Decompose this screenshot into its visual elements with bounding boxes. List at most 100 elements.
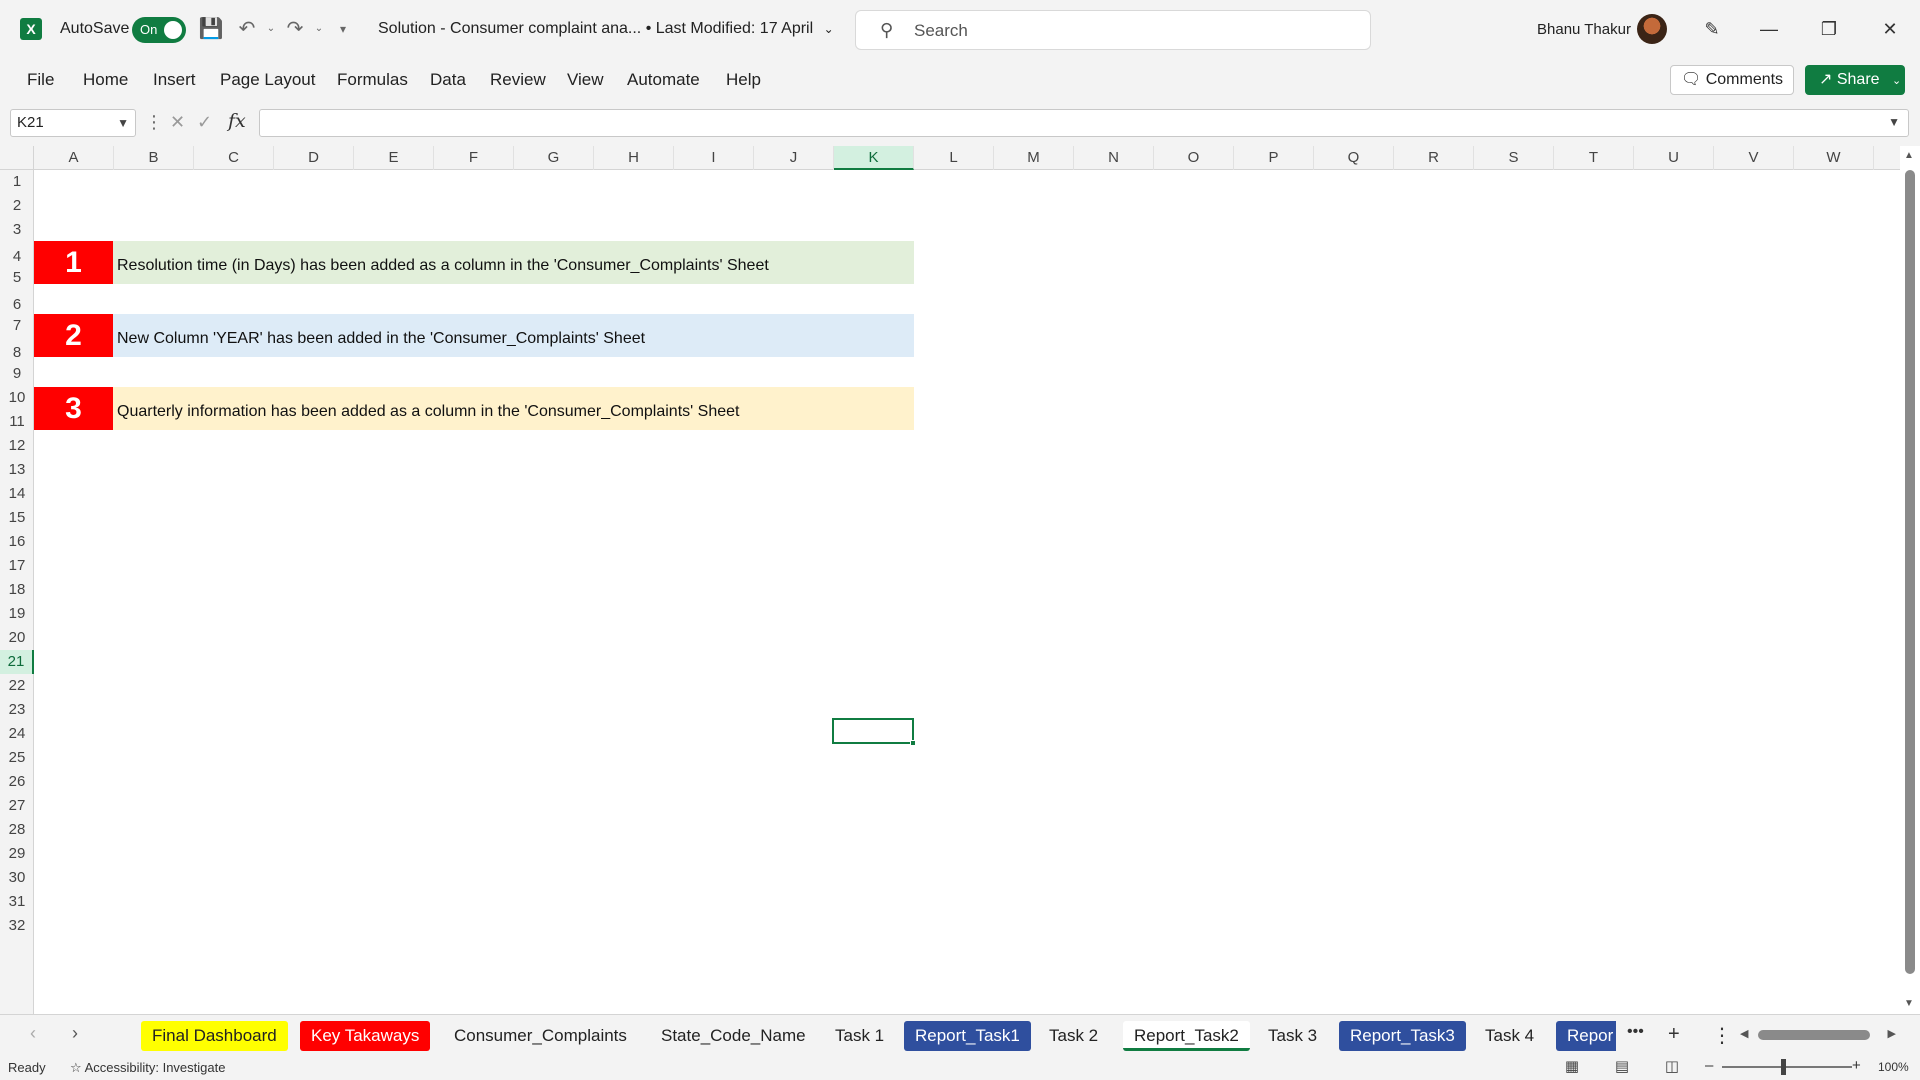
comments-button[interactable]: 🗨 Comments (1670, 65, 1794, 95)
sheet-tab-report-task3[interactable]: Report_Task3 (1339, 1021, 1466, 1051)
row-header-15[interactable]: 15 (0, 506, 34, 530)
accessibility-status[interactable]: ☆ Accessibility: Investigate (70, 1060, 225, 1076)
row-header-11[interactable]: 11 (0, 410, 34, 434)
column-header-e[interactable]: E (354, 146, 434, 170)
row-header-3[interactable]: 3 (0, 218, 34, 242)
column-header-c[interactable]: C (194, 146, 274, 170)
undo-icon[interactable]: ↶ (234, 16, 260, 42)
menu-file[interactable]: File (27, 70, 54, 90)
add-sheet-icon[interactable]: + (1668, 1023, 1680, 1046)
row-header-20[interactable]: 20 (0, 626, 34, 650)
row-header-25[interactable]: 25 (0, 746, 34, 770)
enter-check-icon[interactable]: ✓ (197, 112, 212, 133)
restore-icon[interactable]: ❐ (1809, 14, 1849, 44)
scroll-thumb[interactable] (1905, 170, 1915, 974)
active-cell-k21[interactable] (832, 718, 916, 746)
note-banner-3[interactable]: 3 Quarterly information has been added a… (34, 387, 914, 430)
column-header-h[interactable]: H (594, 146, 674, 170)
menu-page-layout[interactable]: Page Layout (220, 70, 315, 90)
sheet-tab-final-dashboard[interactable]: Final Dashboard (141, 1021, 288, 1051)
note-banner-1[interactable]: 1 Resolution time (in Days) has been add… (34, 241, 914, 284)
row-header-4[interactable]: 4 (0, 242, 34, 266)
menu-automate[interactable]: Automate (627, 70, 700, 90)
cancel-icon[interactable]: ✕ (170, 112, 185, 133)
undo-dropdown-icon[interactable]: ⌄ (258, 16, 284, 42)
column-header-l[interactable]: L (914, 146, 994, 170)
row-header-32[interactable]: 32 (0, 914, 34, 938)
chevron-down-icon[interactable]: ▼ (1888, 115, 1900, 129)
column-header-q[interactable]: Q (1314, 146, 1394, 170)
scroll-thumb[interactable] (1758, 1030, 1870, 1040)
page-layout-view-icon[interactable]: ▤ (1606, 1057, 1638, 1077)
menu-insert[interactable]: Insert (153, 70, 196, 90)
avatar[interactable] (1637, 14, 1667, 44)
column-header-k[interactable]: K (834, 146, 914, 170)
column-header-w[interactable]: W (1794, 146, 1874, 170)
zoom-slider-thumb[interactable] (1781, 1059, 1786, 1075)
zoom-slider[interactable] (1722, 1066, 1852, 1068)
menu-view[interactable]: View (567, 70, 604, 90)
row-header-28[interactable]: 28 (0, 818, 34, 842)
column-header-f[interactable]: F (434, 146, 514, 170)
document-title[interactable]: Solution - Consumer complaint ana... • L… (378, 20, 834, 38)
row-header-31[interactable]: 31 (0, 890, 34, 914)
column-header-o[interactable]: O (1154, 146, 1234, 170)
sheet-tab-task-4[interactable]: Task 4 (1474, 1021, 1545, 1051)
column-header-n[interactable]: N (1074, 146, 1154, 170)
row-header-10[interactable]: 10 (0, 386, 34, 410)
row-header-18[interactable]: 18 (0, 578, 34, 602)
page-break-view-icon[interactable]: ◫ (1656, 1057, 1688, 1077)
scroll-up-icon[interactable]: ▲ (1904, 150, 1914, 161)
column-header-t[interactable]: T (1554, 146, 1634, 170)
menu-review[interactable]: Review (490, 70, 546, 90)
tab-options-icon[interactable]: ⋮ (1712, 1023, 1732, 1048)
zoom-level[interactable]: 100% (1878, 1060, 1909, 1074)
formula-input[interactable]: ▼ (259, 109, 1909, 137)
more-sheets-icon[interactable]: ••• (1627, 1023, 1644, 1041)
chevron-down-icon[interactable]: ▼ (117, 110, 129, 136)
customize-toolbar-icon[interactable]: ▾ (330, 16, 356, 42)
row-header-9[interactable]: 9 (0, 362, 34, 386)
scroll-down-icon[interactable]: ▼ (1904, 998, 1914, 1009)
row-header-24[interactable]: 24 (0, 722, 34, 746)
column-header-v[interactable]: V (1714, 146, 1794, 170)
search-input[interactable]: ⚲ Search (855, 10, 1371, 50)
zoom-in-icon[interactable]: + (1852, 1057, 1861, 1074)
column-header-r[interactable]: R (1394, 146, 1474, 170)
sheet-tab-report-task1[interactable]: Report_Task1 (904, 1021, 1031, 1051)
sheet-tab-key-takaways[interactable]: Key Takaways (300, 1021, 431, 1051)
autosave-toggle[interactable]: On (132, 17, 186, 43)
sheet-tab-task-2[interactable]: Task 2 (1038, 1021, 1109, 1051)
row-header-7[interactable]: 7 (0, 314, 34, 338)
column-header-m[interactable]: M (994, 146, 1074, 170)
row-header-23[interactable]: 23 (0, 698, 34, 722)
scroll-left-icon[interactable]: ◀ (1740, 1027, 1748, 1040)
row-header-2[interactable]: 2 (0, 194, 34, 218)
row-header-16[interactable]: 16 (0, 530, 34, 554)
menu-data[interactable]: Data (430, 70, 466, 90)
note-banner-2[interactable]: 2 New Column 'YEAR' has been added in th… (34, 314, 914, 357)
sheet-tab-state-code-name[interactable]: State_Code_Name (650, 1021, 817, 1051)
row-header-1[interactable]: 1 (0, 170, 34, 194)
redo-icon[interactable]: ↷ (282, 16, 308, 42)
close-icon[interactable]: ✕ (1870, 14, 1910, 44)
select-all-corner[interactable] (0, 146, 34, 170)
row-header-22[interactable]: 22 (0, 674, 34, 698)
row-header-14[interactable]: 14 (0, 482, 34, 506)
chevron-right-icon[interactable]: › (72, 1023, 78, 1044)
fill-handle[interactable] (910, 740, 916, 746)
row-header-12[interactable]: 12 (0, 434, 34, 458)
menu-help[interactable]: Help (726, 70, 761, 90)
column-header-a[interactable]: A (34, 146, 114, 170)
insert-function-button[interactable]: fx (228, 110, 246, 132)
row-header-27[interactable]: 27 (0, 794, 34, 818)
column-header-p[interactable]: P (1234, 146, 1314, 170)
horizontal-scrollbar[interactable]: ◀ ▶ (1740, 1027, 1896, 1043)
row-header-5[interactable]: 5 (0, 266, 34, 290)
worksheet-grid[interactable]: ABCDEFGHIJKLMNOPQRSTUVW 1 2 3 4 5 6 7 8 9 10 11 12 1… (0, 146, 1900, 1014)
normal-view-icon[interactable]: ▦ (1556, 1057, 1588, 1077)
column-header-i[interactable]: I (674, 146, 754, 170)
redo-dropdown-icon[interactable]: ⌄ (306, 16, 332, 42)
more-options-icon[interactable]: ⋮ (145, 112, 163, 133)
menu-formulas[interactable]: Formulas (337, 70, 408, 90)
